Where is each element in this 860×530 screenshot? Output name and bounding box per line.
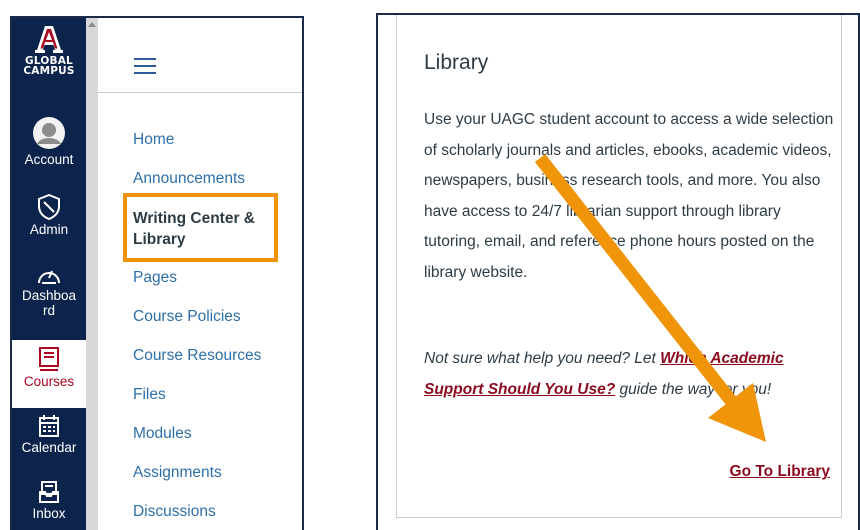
- library-card-body: Use your UAGC student account to access …: [424, 105, 836, 288]
- nav-label-admin: Admin: [29, 222, 69, 237]
- library-help-text: Not sure what help you need? Let Which A…: [424, 344, 836, 405]
- canvas-navigation-panel: GLOBAL CAMPUS Account Admin Dashboa rd C…: [10, 16, 304, 530]
- course-nav-announcements[interactable]: Announcements: [133, 169, 245, 188]
- calendar-icon: [39, 415, 59, 437]
- course-nav-files[interactable]: Files: [133, 385, 166, 404]
- course-nav-divider: [98, 92, 302, 93]
- nav-label-inbox: Inbox: [32, 506, 66, 521]
- course-nav-active-line1: Writing Center &: [133, 210, 255, 227]
- course-nav-discussions[interactable]: Discussions: [133, 502, 216, 521]
- nav-item-courses[interactable]: Courses: [12, 340, 86, 408]
- admin-shield-icon: [38, 194, 60, 220]
- course-nav-assignments[interactable]: Assignments: [133, 463, 222, 482]
- help-prefix: Not sure what help you need? Let: [424, 350, 661, 367]
- nav-item-calendar[interactable]: Calendar: [12, 414, 86, 455]
- nav-scrollbar[interactable]: [86, 18, 98, 530]
- nav-item-admin[interactable]: Admin: [12, 194, 86, 237]
- go-to-library-link[interactable]: Go To Library: [730, 463, 830, 481]
- hamburger-menu-icon[interactable]: [134, 58, 156, 74]
- global-navigation: GLOBAL CAMPUS Account Admin Dashboa rd C…: [12, 18, 86, 530]
- help-suffix: guide the way for you!: [615, 380, 772, 398]
- logo-text-campus: CAMPUS: [23, 65, 75, 77]
- course-nav-home[interactable]: Home: [133, 130, 174, 149]
- course-nav-modules[interactable]: Modules: [133, 424, 192, 443]
- library-card-title: Library: [424, 51, 489, 74]
- courses-book-icon: [39, 347, 59, 371]
- nav-label-calendar: Calendar: [21, 440, 77, 455]
- course-nav-active-line2: Library: [133, 231, 186, 248]
- nav-label-account: Account: [24, 152, 74, 167]
- university-a-logo-icon: [35, 26, 63, 53]
- nav-item-inbox[interactable]: Inbox: [12, 480, 86, 521]
- course-nav-course-policies[interactable]: Course Policies: [133, 307, 241, 326]
- nav-item-dashboard[interactable]: Dashboa rd: [12, 264, 86, 318]
- course-nav-course-resources[interactable]: Course Resources: [133, 346, 261, 365]
- library-card: Library Use your UAGC student account to…: [396, 15, 842, 518]
- nav-item-account[interactable]: Account: [12, 116, 86, 167]
- course-nav-pages[interactable]: Pages: [133, 268, 177, 287]
- logo-text: GLOBAL CAMPUS: [12, 56, 86, 77]
- library-panel: Library Use your UAGC student account to…: [376, 13, 860, 530]
- nav-label-dashboard-line2: rd: [42, 303, 55, 318]
- library-description: Use your UAGC student account to access …: [424, 111, 834, 281]
- course-navigation: Home Announcements Writing Center & Libr…: [98, 18, 302, 530]
- global-campus-logo[interactable]: GLOBAL CAMPUS: [12, 24, 86, 76]
- nav-label-courses: Courses: [23, 374, 75, 389]
- nav-label-dashboard-line1: Dashboa: [21, 288, 77, 303]
- inbox-icon: [39, 481, 59, 503]
- scroll-up-arrow-icon[interactable]: [88, 22, 96, 27]
- dashboard-gauge-icon: [38, 270, 60, 284]
- account-avatar-icon: [33, 117, 65, 149]
- course-nav-writing-center-library[interactable]: Writing Center & Library: [133, 208, 255, 250]
